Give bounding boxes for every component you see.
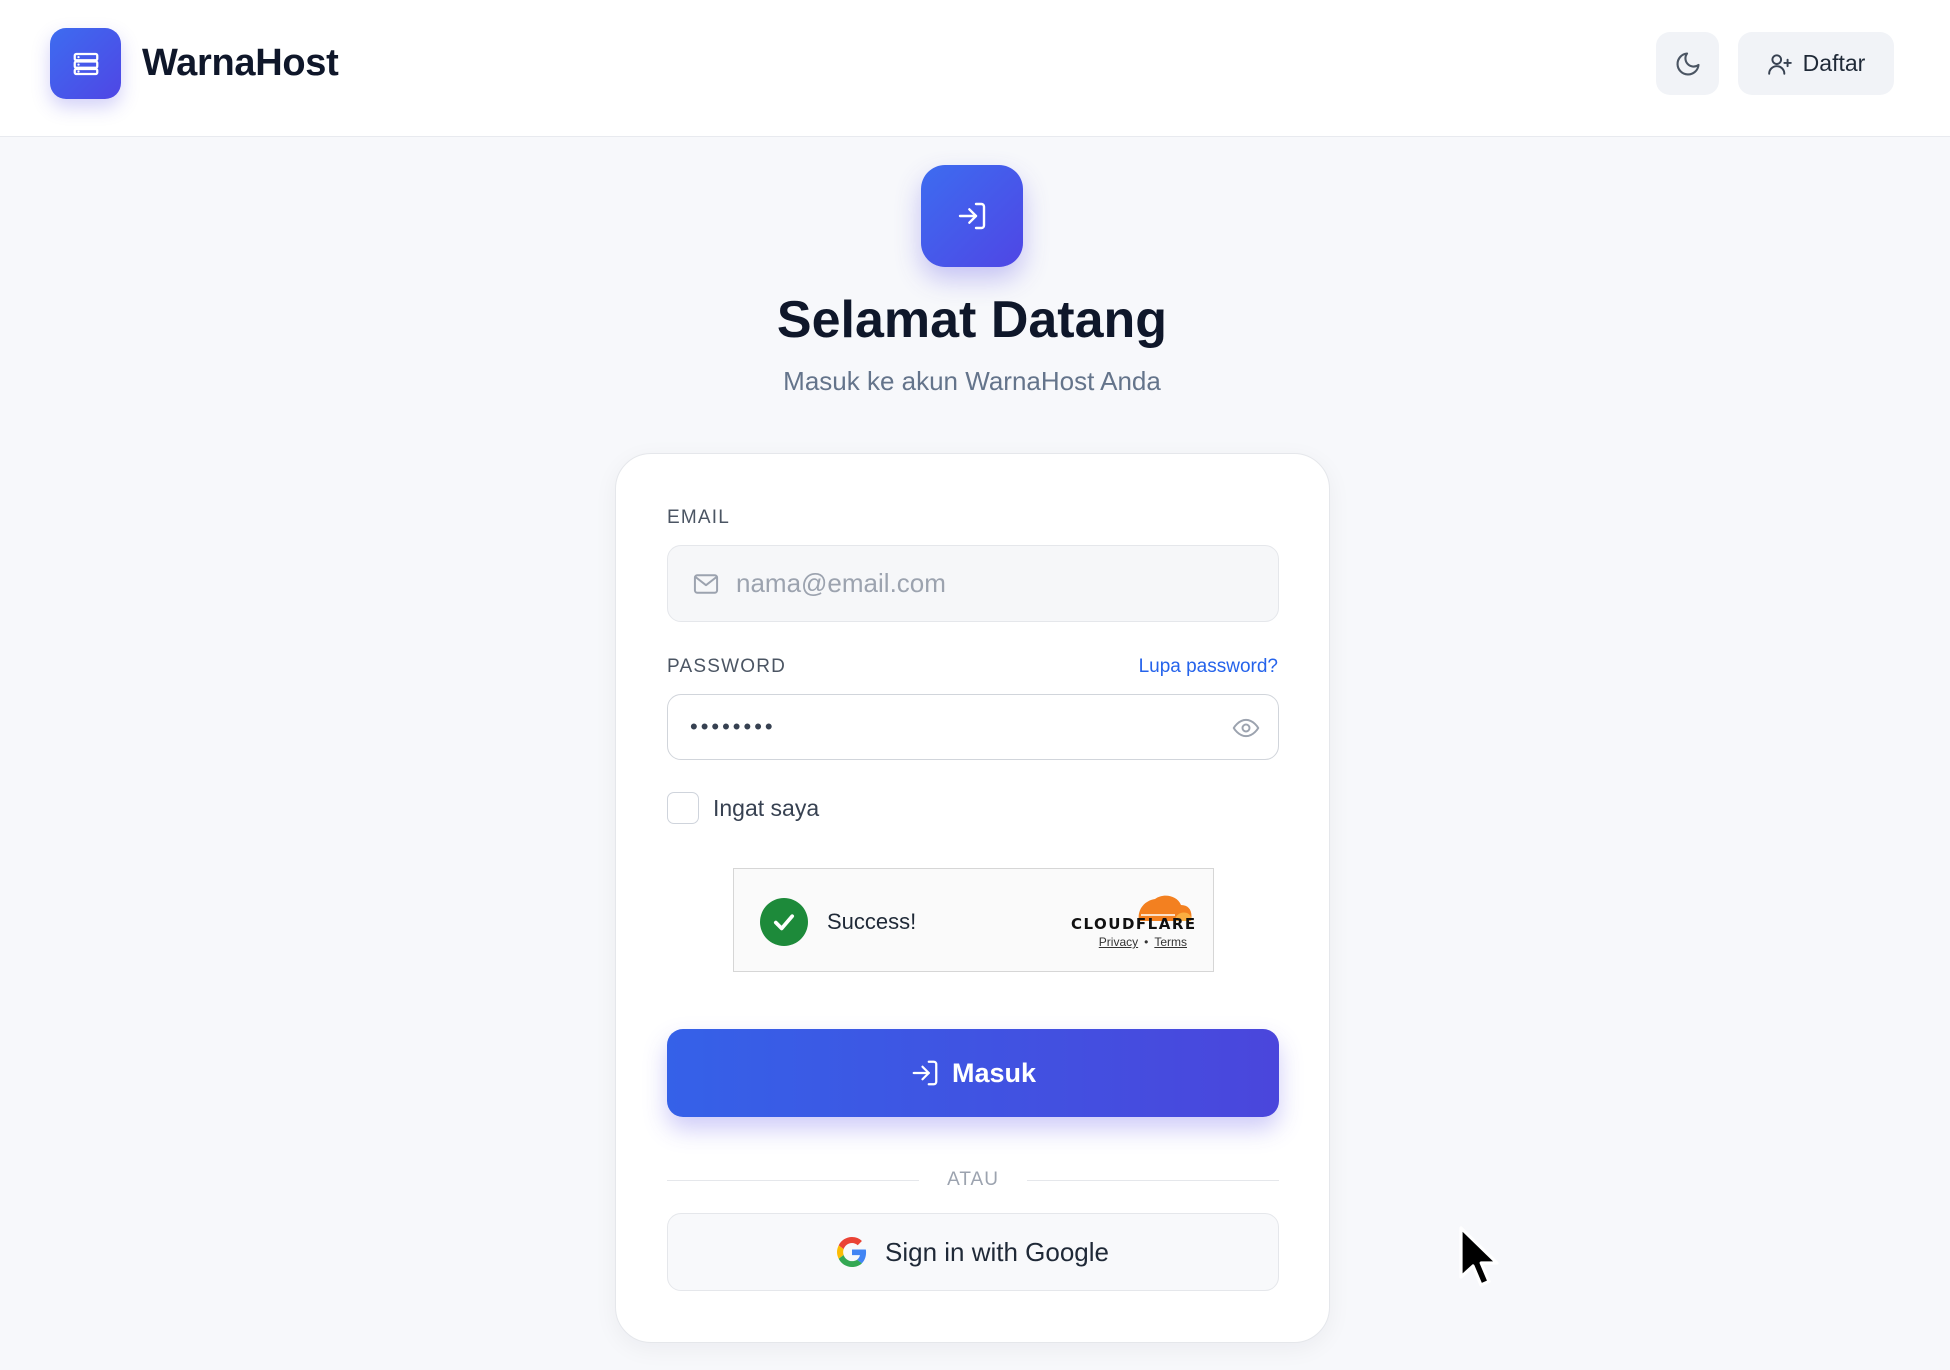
remember-me[interactable]: Ingat saya <box>667 792 819 824</box>
mouse-pointer-icon <box>1459 1226 1499 1287</box>
top-navbar: WarnaHost Daftar <box>0 0 1950 137</box>
check-circle-icon <box>760 898 808 946</box>
privacy-link[interactable]: Privacy <box>1099 935 1138 949</box>
page-title: Selamat Datang <box>776 291 1168 349</box>
email-input[interactable] <box>736 568 1256 599</box>
or-divider: ATAU <box>667 1169 1280 1191</box>
login-icon <box>910 1058 940 1088</box>
email-label: EMAIL <box>667 507 731 528</box>
login-icon <box>921 165 1023 267</box>
register-label: Daftar <box>1802 50 1866 76</box>
or-divider-label: ATAU <box>947 1169 999 1190</box>
password-field[interactable]: •••••••• <box>667 694 1279 760</box>
mail-icon <box>692 570 720 598</box>
google-icon <box>836 1237 867 1267</box>
forgot-password-link[interactable]: Lupa password? <box>1139 656 1278 678</box>
server-icon <box>50 28 121 99</box>
cloudflare-logo: CLOUDFLARE <box>1071 915 1197 933</box>
terms-link[interactable]: Terms <box>1154 935 1187 949</box>
register-button[interactable]: Daftar <box>1738 32 1894 95</box>
brand[interactable]: WarnaHost <box>50 28 339 99</box>
captcha-links: Privacy • Terms <box>1099 935 1187 949</box>
page-subtitle: Masuk ke akun WarnaHost Anda <box>783 366 1161 396</box>
eye-icon[interactable] <box>1232 714 1260 742</box>
google-signin-button[interactable]: Sign in with Google <box>667 1213 1279 1291</box>
login-card: EMAIL PASSWORD Lupa password? •••••••• I… <box>615 453 1330 1343</box>
google-signin-label: Sign in with Google <box>884 1236 1110 1267</box>
remember-me-checkbox[interactable] <box>667 792 699 824</box>
login-submit-label: Masuk <box>951 1057 1037 1088</box>
captcha-status: Success! <box>827 909 917 934</box>
brand-name: WarnaHost <box>142 42 339 84</box>
user-plus-icon <box>1767 51 1793 77</box>
email-field[interactable] <box>667 545 1279 622</box>
moon-icon <box>1674 50 1702 78</box>
remember-me-label: Ingat saya <box>713 794 820 821</box>
password-input[interactable]: •••••••• <box>690 714 776 740</box>
login-submit-button[interactable]: Masuk <box>667 1029 1279 1117</box>
password-label: PASSWORD <box>667 656 787 677</box>
captcha-widget[interactable]: Success! CLOUDFLARE Privacy • Terms <box>733 868 1214 972</box>
link-separator: • <box>1144 935 1149 949</box>
theme-toggle-button[interactable] <box>1656 32 1719 95</box>
